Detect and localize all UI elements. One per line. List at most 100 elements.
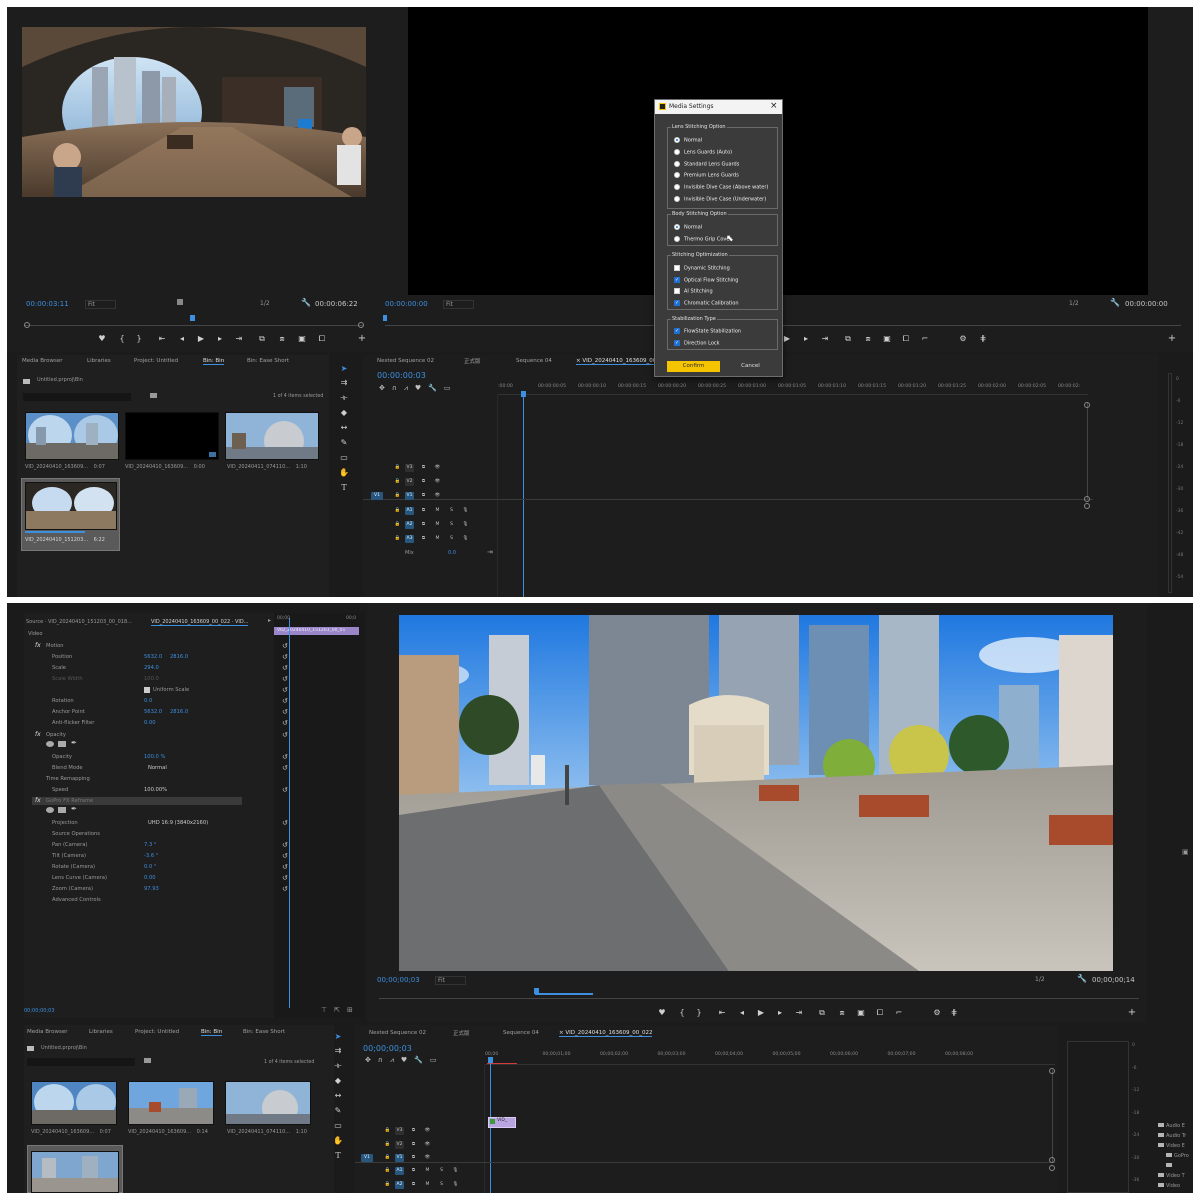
type-tool-icon[interactable]: T <box>337 482 351 494</box>
b-tab-libraries[interactable]: Libraries <box>89 1029 113 1035</box>
bottom-export-frame-icon[interactable]: ▣ <box>856 1008 866 1018</box>
clip-thumbnail-1[interactable] <box>25 412 119 460</box>
bottom-extract-icon[interactable]: ⧈ <box>837 1008 847 1018</box>
checkbox-icon[interactable] <box>674 265 680 271</box>
ec-menu-icon[interactable]: ⊞ <box>347 1006 353 1014</box>
track-sync-icon[interactable]: ⧉ <box>409 1141 418 1149</box>
program-multi-icon[interactable]: ⋕ <box>978 334 988 344</box>
source-settings-icon[interactable]: 🔧 <box>301 298 311 307</box>
track-target-A3[interactable]: A3 <box>405 534 414 543</box>
b-seq-tab-sequence-04[interactable]: Sequence 04 <box>503 1030 539 1036</box>
stabilization-option-1[interactable]: ✓ Direction Lock <box>674 340 720 348</box>
radio-button-icon[interactable] <box>674 148 680 155</box>
track-mic-icon[interactable]: 🎙 <box>451 1167 460 1175</box>
source-export-frame-icon[interactable] <box>177 299 183 305</box>
go-to-out-icon[interactable]: ⇥ <box>234 334 244 344</box>
program-trim-icon[interactable]: ⌐ <box>920 334 930 344</box>
track-sync-icon[interactable]: ⧉ <box>409 1167 418 1175</box>
track-sync-icon[interactable]: ⧉ <box>409 1154 418 1162</box>
vertical-zoom-handle[interactable] <box>1084 402 1090 408</box>
source-out-handle[interactable] <box>358 322 364 328</box>
lens-option-0[interactable]: Normal <box>674 137 702 145</box>
reset-parameter-icon[interactable]: ↺ <box>282 863 288 871</box>
tilt-value[interactable]: -3.6 ° <box>144 853 158 859</box>
reset-parameter-icon[interactable]: ↺ <box>282 841 288 849</box>
program-scrubber[interactable] <box>385 325 1181 326</box>
ec-export-icon[interactable]: ⇱ <box>334 1006 340 1014</box>
b-audio-zoom-handle[interactable] <box>1049 1165 1055 1171</box>
program-fit-select[interactable]: Fit <box>443 300 475 309</box>
track-mute-icon[interactable]: M <box>433 535 442 543</box>
track-target-V3[interactable]: V3 <box>395 1127 404 1135</box>
step-forward-icon[interactable]: ▸ <box>215 334 225 344</box>
b-clip-thumbnail-4[interactable] <box>31 1151 119 1193</box>
position-x[interactable]: 5632.0 <box>144 654 162 660</box>
reset-parameter-icon[interactable]: ↺ <box>282 675 288 683</box>
cancel-button[interactable]: Cancel <box>724 361 777 372</box>
track-mute-icon[interactable]: M <box>433 521 442 529</box>
opacity-section-label[interactable]: Opacity <box>46 732 66 738</box>
bottom-add-button-icon[interactable]: + <box>1127 1008 1137 1018</box>
program-bottom-settings-icon[interactable]: 🔧 <box>1077 974 1087 983</box>
track-sync-icon[interactable]: ⧉ <box>419 464 428 472</box>
track-mic-icon[interactable]: 🎙 <box>461 507 470 515</box>
vertical-zoom-handle-2[interactable] <box>1084 496 1090 502</box>
track-eye-icon[interactable]: 👁 <box>423 1141 432 1149</box>
mark-out-icon[interactable]: } <box>134 334 144 344</box>
optimization-option-3[interactable]: ✓ Chromatic Calibration <box>674 299 739 308</box>
track-eye-icon[interactable]: 👁 <box>433 492 442 500</box>
track-mic-icon[interactable]: 🎙 <box>451 1181 460 1189</box>
export-frame-icon[interactable]: ▣ <box>297 334 307 344</box>
bottom-step-forward-icon[interactable]: ▸ <box>775 1008 785 1018</box>
program-go-to-out-icon[interactable]: ⇥ <box>820 334 830 344</box>
b-tab-bin-ease-short[interactable]: Bin: Ease Short <box>243 1029 285 1035</box>
reset-parameter-icon[interactable]: ↺ <box>282 708 288 716</box>
folder-item[interactable]: Audio Tr <box>1158 1133 1186 1139</box>
radio-button-icon[interactable] <box>674 236 680 242</box>
blend-mode-select[interactable]: Normal <box>148 765 167 771</box>
go-to-in-icon[interactable]: ⇤ <box>157 334 167 344</box>
radio-button-icon[interactable] <box>674 184 680 191</box>
project-search-input[interactable] <box>23 393 131 401</box>
reset-parameter-icon[interactable]: ↺ <box>282 731 288 739</box>
checkbox-icon[interactable] <box>674 288 680 295</box>
reframe-mask-rect-icon[interactable] <box>58 807 66 813</box>
b-rectangle-tool-icon[interactable]: ▭ <box>331 1120 345 1132</box>
optimization-option-0[interactable]: Dynamic Stitching <box>674 265 730 273</box>
b-tab-project[interactable]: Project: Untitled <box>135 1029 179 1035</box>
bottom-play-icon[interactable]: ▶ <box>756 1008 766 1018</box>
track-solo-icon[interactable]: S <box>447 521 456 529</box>
reset-parameter-icon[interactable]: ↺ <box>282 819 288 827</box>
b-clip-thumbnail-3[interactable] <box>225 1081 311 1125</box>
program-lift-icon[interactable]: ⧉ <box>843 334 853 344</box>
b-type-tool-icon[interactable]: T <box>331 1150 345 1162</box>
new-bin-icon[interactable] <box>150 393 157 398</box>
tab-project[interactable]: Project: Untitled <box>134 358 178 364</box>
optimization-option-2[interactable]: AI Stitching <box>674 288 713 296</box>
radio-button-icon[interactable] <box>674 196 680 202</box>
reframe-fx-icon[interactable]: fx <box>35 797 41 804</box>
reframe-mask-pen-icon[interactable]: ✒ <box>71 805 77 813</box>
program-ratio-select[interactable]: 1/2 <box>1069 300 1079 307</box>
b-hand-tool-icon[interactable]: ✋ <box>331 1135 345 1147</box>
vertical-zoom-scrollbar[interactable] <box>1087 403 1088 499</box>
track-lock-icon[interactable]: 🔒 <box>393 464 402 472</box>
track-sync-icon[interactable]: ⧉ <box>409 1127 418 1135</box>
folder-item[interactable] <box>1166 1163 1174 1169</box>
program-bottom-ratio-select[interactable]: 1/2 <box>1035 976 1045 983</box>
lens-option-2[interactable]: Standard Lens Guards <box>674 160 739 169</box>
source-patch-v1[interactable]: V1 <box>361 1154 373 1162</box>
reset-parameter-icon[interactable]: ↺ <box>282 874 288 882</box>
tab-bin[interactable]: Bin: Bin <box>203 358 225 365</box>
anchor-x[interactable]: 5632.0 <box>144 709 162 715</box>
program-bottom-playhead[interactable] <box>534 988 539 994</box>
reset-parameter-icon[interactable]: ↺ <box>282 664 288 672</box>
program-settings-icon[interactable]: 🔧 <box>1110 298 1120 307</box>
time-remap-label[interactable]: Time Remapping <box>46 776 90 782</box>
clip-thumbnail-2[interactable] <box>125 412 219 460</box>
confirm-button[interactable]: Confirm <box>667 361 720 372</box>
track-target-A2[interactable]: A2 <box>405 520 414 529</box>
bottom-comparison-icon[interactable]: ⧠ <box>875 1008 885 1018</box>
insert-icon[interactable]: ⧉ <box>257 334 267 344</box>
projection-select[interactable]: UHD 16:9 (3840x2160) <box>148 820 208 826</box>
